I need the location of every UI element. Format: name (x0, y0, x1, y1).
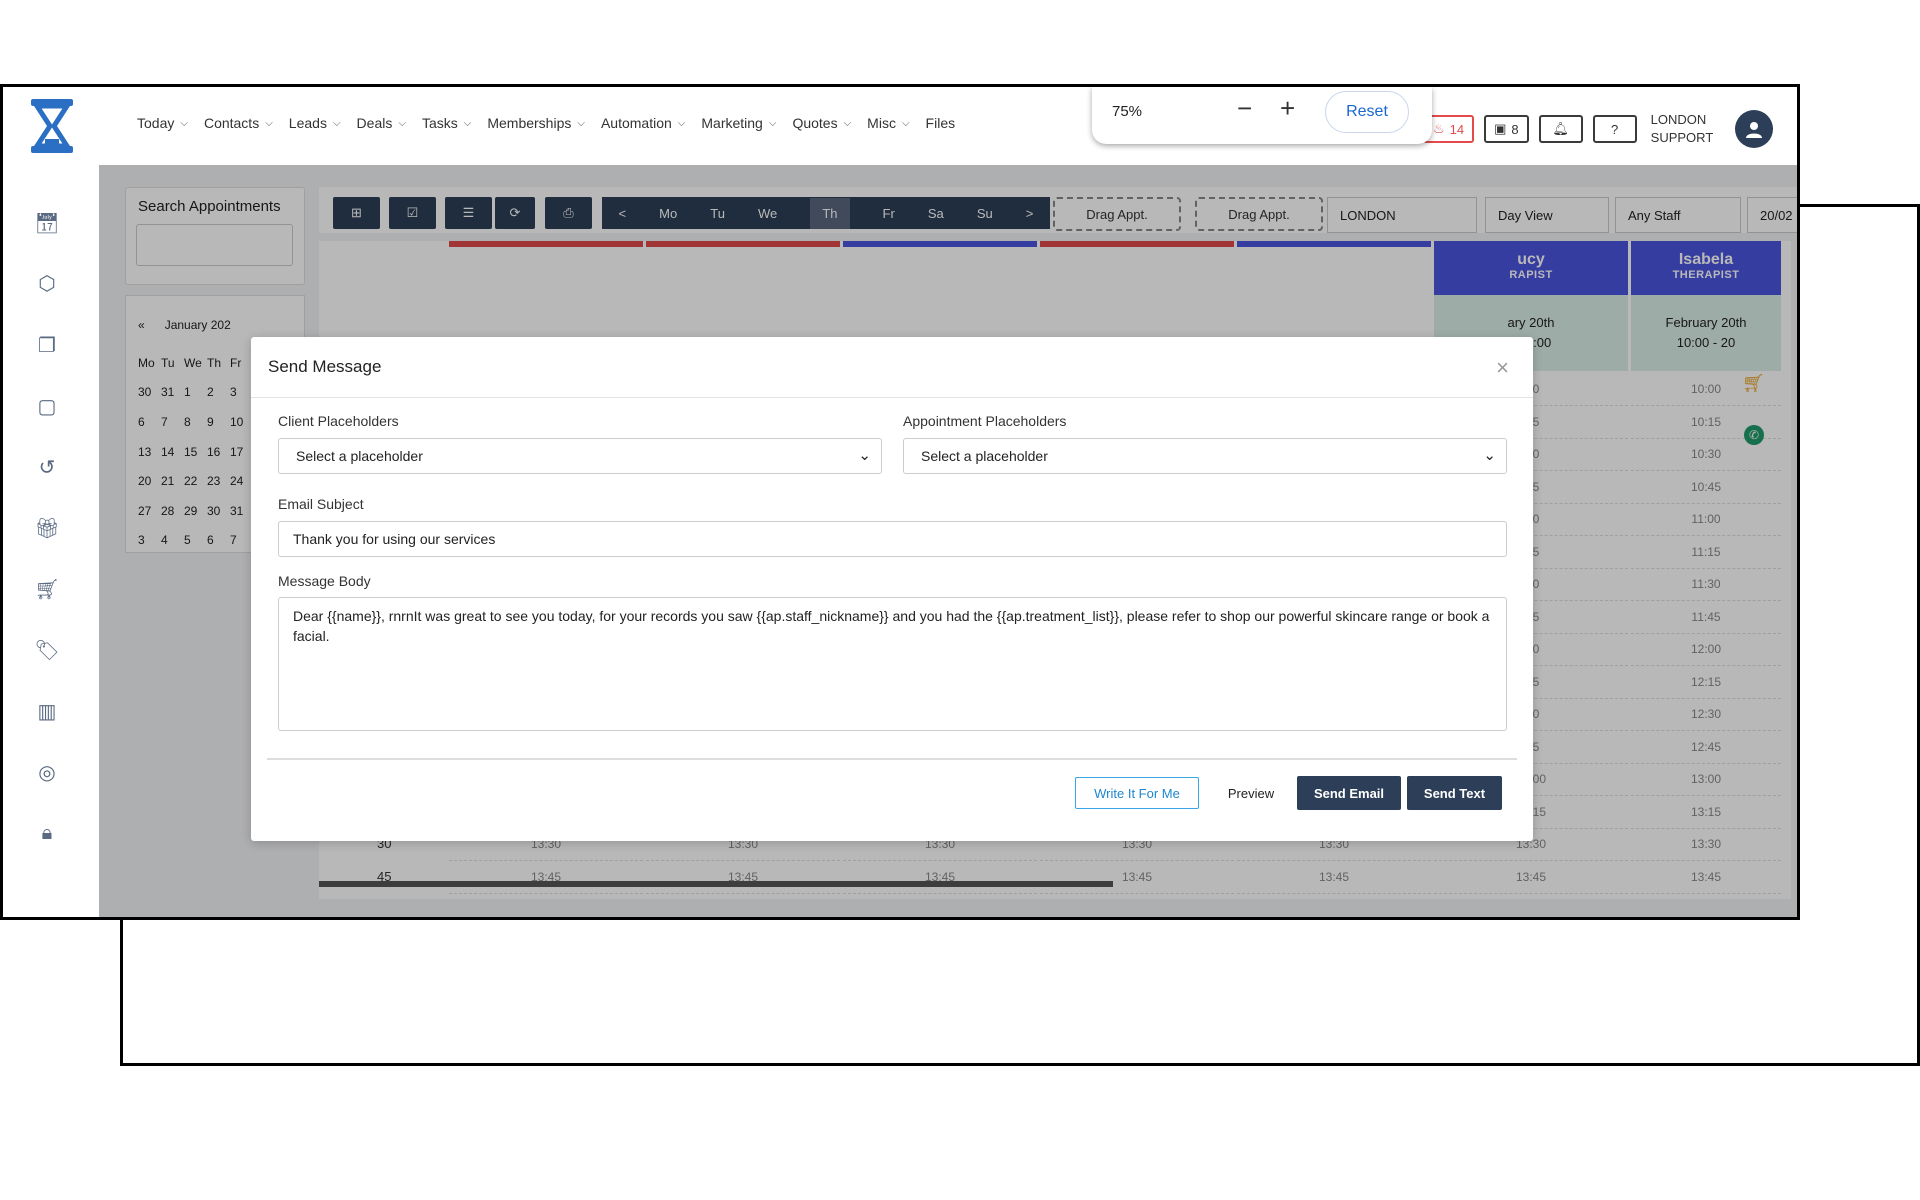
chevron-down-icon: ⌵ (768, 117, 777, 129)
bell-icon: 🔔︎ (1552, 121, 1569, 136)
chevron-down-icon: ⌵ (332, 117, 341, 129)
cube-icon[interactable]: ⬡ (35, 271, 59, 295)
nav-files[interactable]: Files (926, 115, 956, 131)
bell-button[interactable]: 🔔︎ (1538, 115, 1583, 143)
chevron-down-icon: ⌵ (180, 117, 188, 129)
cart-icon[interactable]: 🛒︎ (34, 577, 59, 601)
send-text-button[interactable]: Send Text (1407, 776, 1502, 810)
appointment-placeholder-select[interactable]: Select a placeholder ⌄ (903, 438, 1507, 474)
report-icon[interactable]: ▥ (35, 699, 59, 723)
zoom-out-button[interactable]: − (1237, 93, 1252, 124)
divider (251, 397, 1533, 398)
send-email-button[interactable]: Send Email (1297, 776, 1401, 810)
chevron-down-icon: ⌄ (1483, 447, 1496, 464)
chevron-down-icon: ⌵ (265, 117, 273, 129)
user-icon (1746, 122, 1763, 138)
main-nav: Today ⌵ Contacts ⌵ Leads ⌵ Deals ⌵ Tasks ⌵ Me… (137, 115, 955, 131)
nav-memberships[interactable]: Memberships ⌵ (487, 115, 585, 131)
badge-icon[interactable]: ◎ (35, 760, 59, 784)
app-window: Today ⌵ Contacts ⌵ Leads ⌵ Deals ⌵ Tasks ⌵ Me… (0, 84, 1800, 920)
email-subject-input[interactable]: Thank you for using our services (278, 521, 1507, 557)
top-icons: ♨ 14 ▣ 8 🔔︎ ? LONDON SUPPORT (1423, 110, 1774, 148)
zoom-reset-button[interactable]: Reset (1325, 91, 1409, 133)
nav-tasks[interactable]: Tasks ⌵ (422, 115, 471, 131)
copy-icon[interactable]: ❐ (35, 333, 59, 357)
message-body-textarea[interactable]: Dear {{name}}, rnrnIt was great to see y… (278, 597, 1507, 731)
message-body-label: Message Body (278, 573, 371, 589)
avatar[interactable] (1735, 110, 1774, 148)
nav-automation[interactable]: Automation ⌵ (601, 115, 685, 131)
send-message-modal: Send Message × Client Placeholders Selec… (251, 337, 1533, 841)
client-placeholder-select[interactable]: Select a placeholder ⌄ (278, 438, 882, 474)
appointment-placeholders-label: Appointment Placeholders (903, 413, 1067, 429)
user-label[interactable]: LONDON SUPPORT (1651, 111, 1714, 147)
chevron-down-icon: ⌵ (677, 117, 686, 129)
store-icon: ▣ (1494, 121, 1507, 136)
sidebar: 📅︎ ⬡ ❐ ▢ ↺ 🎁︎ 🛒︎ 🏷︎ ▥ ◎ 🔒︎ (3, 165, 100, 917)
chevron-down-icon: ⌵ (843, 117, 852, 129)
gift-icon[interactable]: 🎁︎ (34, 516, 59, 540)
divider (267, 758, 1517, 760)
chevron-down-icon: ⌄ (858, 447, 871, 464)
nav-contacts[interactable]: Contacts ⌵ (204, 115, 273, 131)
tag-icon[interactable]: 🏷︎ (34, 638, 59, 662)
nav-quotes[interactable]: Quotes ⌵ (792, 115, 851, 131)
write-it-for-me-button[interactable]: Write It For Me (1075, 777, 1199, 809)
chevron-down-icon: ⌵ (577, 117, 585, 129)
zoom-popup: 75% − + Reset (1092, 87, 1432, 144)
preview-button[interactable]: Preview (1213, 777, 1289, 809)
calendar-icon[interactable]: 📅︎ (34, 211, 59, 235)
client-placeholders-label: Client Placeholders (278, 413, 399, 429)
nav-today[interactable]: Today ⌵ (137, 115, 188, 131)
history-icon[interactable]: ↺ (35, 455, 59, 479)
logo-icon[interactable] (25, 97, 79, 155)
top-bar: Today ⌵ Contacts ⌵ Leads ⌵ Deals ⌵ Tasks ⌵ Me… (3, 87, 1797, 166)
email-subject-label: Email Subject (278, 496, 364, 512)
close-icon[interactable]: × (1496, 355, 1509, 381)
lock-icon[interactable]: 🔒︎ (35, 821, 59, 845)
zoom-value: 75% (1112, 103, 1143, 120)
box-icon[interactable]: ▢ (35, 394, 59, 418)
modal-title: Send Message (268, 357, 382, 376)
flame-icon: ♨ (1433, 121, 1445, 136)
store-button[interactable]: ▣ 8 (1484, 115, 1529, 143)
help-icon: ? (1611, 121, 1619, 137)
help-button[interactable]: ? (1592, 115, 1637, 143)
nav-marketing[interactable]: Marketing ⌵ (701, 115, 776, 131)
chevron-down-icon: ⌵ (398, 117, 406, 129)
nav-deals[interactable]: Deals ⌵ (357, 115, 406, 131)
chevron-down-icon: ⌵ (901, 117, 910, 129)
nav-leads[interactable]: Leads ⌵ (289, 115, 341, 131)
chevron-down-icon: ⌵ (463, 117, 472, 129)
zoom-in-button[interactable]: + (1280, 93, 1295, 124)
nav-misc[interactable]: Misc ⌵ (867, 115, 909, 131)
